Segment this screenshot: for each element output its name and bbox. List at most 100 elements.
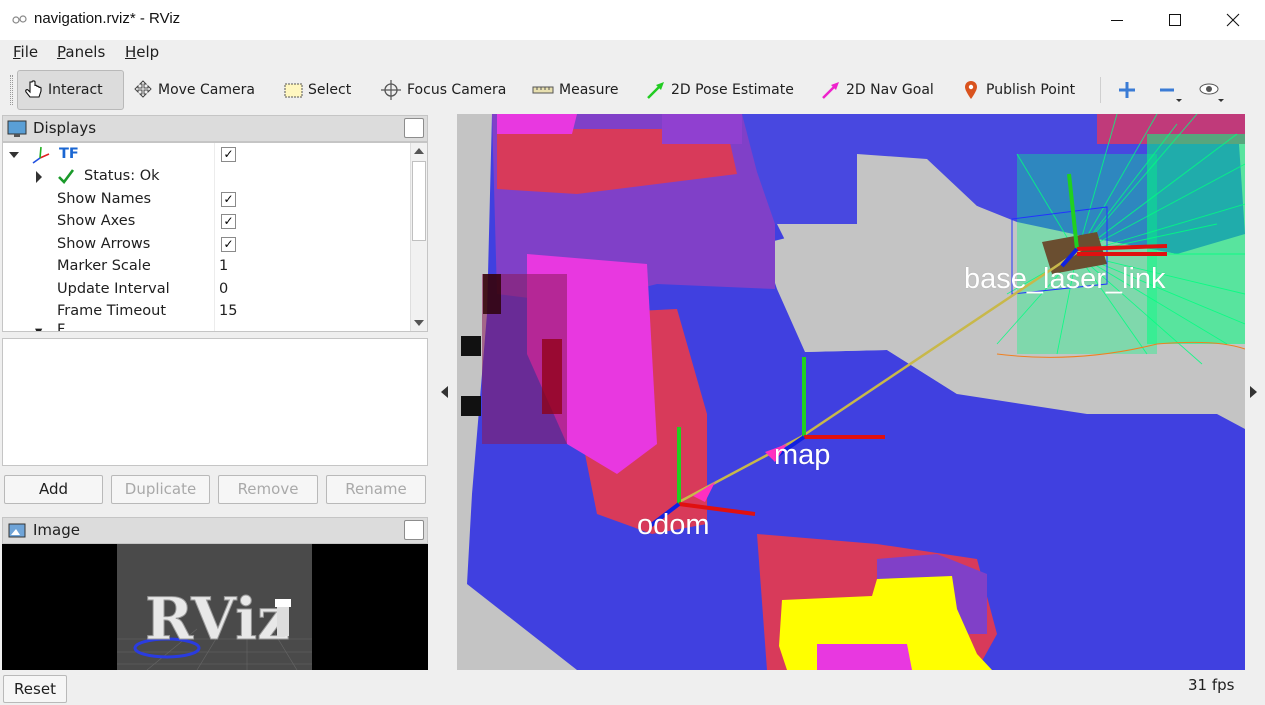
duplicate-display-button[interactable]: Duplicate (111, 475, 210, 504)
tree-row-status[interactable]: Status: Ok (3, 166, 411, 188)
rviz-logo-text: RViz (145, 585, 290, 653)
image-panel-title: Image (33, 521, 80, 539)
close-icon (1226, 13, 1240, 27)
hand-pointer-icon (25, 80, 42, 98)
tree-row-show-names[interactable]: Show Names ✓ (3, 189, 411, 211)
tool-publish-point-label: Publish Point (986, 82, 1076, 98)
close-button[interactable] (1204, 0, 1262, 40)
remove-display-button[interactable]: Remove (218, 475, 318, 504)
tool-2d-nav-goal[interactable]: 2D Nav Goal (816, 70, 938, 110)
tool-2d-nav-goal-label: 2D Nav Goal (846, 82, 934, 98)
fps-counter: 31 fps (1188, 676, 1235, 694)
monitor-icon (7, 120, 27, 137)
displays-float-button[interactable] (404, 118, 424, 138)
tool-interact-label: Interact (48, 82, 103, 98)
prop-frame-timeout-value[interactable]: 15 (219, 303, 237, 319)
minimize-button[interactable] (1088, 0, 1146, 40)
collapse-arrow-icon[interactable] (9, 150, 19, 160)
prop-show-axes-label: Show Axes (57, 213, 136, 229)
tree-row-show-axes[interactable]: Show Axes ✓ (3, 211, 411, 233)
tool-2d-pose-estimate-label: 2D Pose Estimate (671, 82, 794, 98)
add-tool-button[interactable] (1116, 79, 1138, 101)
plus-icon (1119, 82, 1135, 98)
tool-interact[interactable]: Interact (17, 70, 124, 110)
menu-file-label: ile (20, 43, 39, 61)
move-camera-icon (134, 80, 152, 98)
maximize-icon (1169, 14, 1181, 26)
displays-panel-header: Displays (2, 115, 428, 142)
menu-help[interactable]: Help (125, 43, 159, 61)
checkmark-ok-icon (58, 169, 75, 184)
tree-column-divider (214, 143, 215, 331)
remove-tool-button[interactable] (1158, 79, 1186, 105)
title-bar: navigation.rviz* - RViz (0, 0, 1265, 40)
ruler-icon (532, 86, 554, 94)
status-text: Status: Ok (84, 168, 160, 184)
map-frame-label: map (774, 439, 831, 471)
scroll-down-icon[interactable] (414, 319, 424, 327)
menu-panels-label: anels (65, 43, 106, 61)
scroll-up-icon[interactable] (414, 147, 424, 155)
odom-frame-label: odom (637, 509, 710, 541)
partial-row-label: F (57, 322, 66, 332)
tool-publish-point[interactable]: Publish Point (956, 70, 1079, 110)
focus-crosshair-icon (381, 80, 401, 100)
menu-help-mnemonic: H (125, 43, 137, 61)
menu-panels[interactable]: Panels (57, 43, 105, 61)
image-icon (8, 523, 26, 538)
image-panel-header: Image (2, 517, 428, 544)
expand-arrow-icon[interactable] (35, 171, 43, 183)
tool-measure-label: Measure (559, 82, 619, 98)
tree-scroll-thumb[interactable] (412, 161, 426, 241)
show-arrows-checkbox[interactable]: ✓ (221, 237, 236, 252)
tree-scrollbar[interactable] (410, 143, 427, 331)
tree-row-frame-timeout[interactable]: Frame Timeout 15 (3, 301, 411, 323)
minimize-icon (1111, 20, 1123, 21)
tool-measure[interactable]: Measure (527, 70, 623, 110)
collapse-arrow-icon: ▾ (35, 324, 43, 332)
tree-row-show-arrows[interactable]: Show Arrows ✓ (3, 234, 411, 256)
tool-focus-camera-label: Focus Camera (407, 82, 507, 98)
costmap-scene (457, 114, 1245, 670)
menu-help-label: elp (136, 43, 160, 61)
maximize-button[interactable] (1146, 0, 1204, 40)
rviz-logo-image: RViz (117, 544, 312, 670)
tree-row-update-interval[interactable]: Update Interval 0 (3, 279, 411, 301)
tf-display-label: TF (59, 146, 79, 162)
show-axes-checkbox[interactable]: ✓ (221, 214, 236, 229)
tool-focus-camera[interactable]: Focus Camera (375, 70, 510, 110)
prop-show-arrows-label: Show Arrows (57, 236, 151, 252)
tree-row-partial[interactable]: ▾ F (3, 322, 411, 332)
prop-update-interval-label: Update Interval (57, 281, 170, 297)
rename-display-button[interactable]: Rename (326, 475, 426, 504)
menu-file-mnemonic: F (13, 43, 21, 61)
tree-row-marker-scale[interactable]: Marker Scale 1 (3, 256, 411, 278)
menu-bar: File Panels Help (0, 40, 1265, 65)
rviz-app-icon (12, 15, 27, 24)
tool-move-camera[interactable]: Move Camera (128, 70, 259, 110)
displays-tree: TF ✓ Status: Ok Show Names ✓ Show Axes ✓… (2, 142, 428, 332)
collapse-left-arrow-icon[interactable] (438, 385, 450, 399)
prop-update-interval-value[interactable]: 0 (219, 281, 228, 297)
minus-icon (1160, 88, 1182, 102)
add-display-button[interactable]: Add (4, 475, 103, 504)
tool-move-camera-label: Move Camera (158, 82, 255, 98)
menu-file[interactable]: File (13, 43, 38, 61)
tool-2d-pose-estimate[interactable]: 2D Pose Estimate (641, 70, 798, 110)
panels-visibility-button[interactable] (1198, 79, 1228, 105)
toolbar-grip[interactable] (10, 75, 13, 105)
prop-show-names-label: Show Names (57, 191, 152, 207)
displays-title: Displays (33, 119, 97, 137)
tf-enabled-checkbox[interactable]: ✓ (221, 147, 236, 162)
tool-select[interactable]: Select (278, 70, 355, 110)
show-names-checkbox[interactable]: ✓ (221, 192, 236, 207)
eye-icon (1199, 83, 1224, 102)
reset-button[interactable]: Reset (3, 675, 67, 703)
base-laser-link-frame-label: base_laser_link (964, 263, 1166, 295)
image-float-button[interactable] (404, 520, 424, 540)
collapse-right-arrow-icon[interactable] (1248, 385, 1260, 399)
prop-marker-scale-value[interactable]: 1 (219, 258, 228, 274)
render-3d-view[interactable]: odom map base_laser_link (457, 114, 1245, 670)
tool-select-label: Select (308, 82, 352, 98)
tree-row-tf[interactable]: TF ✓ (3, 144, 411, 166)
